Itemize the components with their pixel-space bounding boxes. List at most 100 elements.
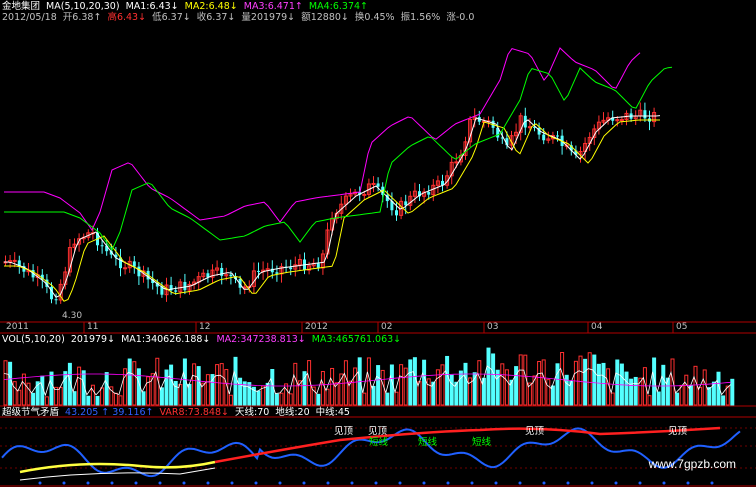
volume-bar xyxy=(721,395,726,406)
volume-bar xyxy=(445,355,450,406)
volume-bar xyxy=(228,394,233,406)
quote-volume: 量201979↓ xyxy=(241,12,296,23)
candlestick xyxy=(201,269,206,280)
volume-bar xyxy=(730,378,735,406)
volume-bar xyxy=(629,378,634,406)
candlestick xyxy=(119,248,122,277)
ma4-value: MA4:6.374↑ xyxy=(308,1,368,12)
candlestick xyxy=(22,262,26,278)
candlestick xyxy=(316,257,320,272)
x-tick-marks xyxy=(83,322,674,333)
indicator-dot xyxy=(638,481,642,485)
candlestick xyxy=(297,254,302,271)
volume-bar xyxy=(192,363,197,406)
indicator-dot xyxy=(302,481,306,485)
indicator-dot xyxy=(590,481,594,485)
watermark: www.7gpzb.com xyxy=(648,457,736,471)
indicator-header: 超级节气矛盾 43.205 ↑ 39.116↑ VAR8:73.848↓ 天线:… xyxy=(2,407,353,418)
candlestick xyxy=(12,252,17,268)
volume-bar xyxy=(178,384,183,406)
indicator-dot xyxy=(110,481,114,485)
indicator-dot xyxy=(374,481,378,485)
candlestick xyxy=(132,256,136,274)
volume-bar xyxy=(21,373,26,406)
volume-bar xyxy=(596,363,601,406)
quote-open: 开6.38↑ xyxy=(62,12,102,23)
volume-bar xyxy=(610,392,615,406)
indicator-dot xyxy=(614,481,618,485)
marker-top-4: 见顶 xyxy=(668,426,688,437)
volume-bar xyxy=(449,374,454,406)
indicator-dot xyxy=(206,481,210,485)
indicator-yellow-line xyxy=(19,460,216,474)
candlestick xyxy=(215,260,220,276)
marker-top-1: 见顶 xyxy=(334,426,354,437)
candlestick xyxy=(652,107,657,127)
volume-bar xyxy=(592,354,597,406)
indicator-dot xyxy=(278,481,282,485)
ma1-value: MA1:6.43↓ xyxy=(125,1,179,12)
volume-bar xyxy=(316,393,321,406)
volume-bar xyxy=(702,369,707,406)
volume-bar xyxy=(371,385,376,406)
indicator-dot xyxy=(494,481,498,485)
volume-bar xyxy=(288,393,293,406)
candlestick xyxy=(196,271,201,290)
volume-bar xyxy=(518,354,523,406)
volume-bar xyxy=(684,374,689,406)
x-label-11: 11 xyxy=(87,322,99,332)
volume-bar xyxy=(17,389,22,406)
volume-bar xyxy=(537,361,542,406)
volume-bar xyxy=(426,378,431,406)
volume-bar xyxy=(44,396,49,406)
volume-bar xyxy=(633,376,638,406)
price-panel xyxy=(3,47,673,305)
ma3-value: MA3:6.471↑ xyxy=(243,1,303,12)
x-label-05: 05 xyxy=(676,322,688,332)
volume-bar xyxy=(440,364,445,406)
x-label-02: 02 xyxy=(381,322,393,332)
candlestick xyxy=(187,281,192,295)
volume-bar xyxy=(693,365,698,406)
volume-bar xyxy=(362,392,367,406)
candlestick xyxy=(206,269,210,283)
volume-bar xyxy=(394,391,399,406)
volume-bar xyxy=(72,391,77,406)
quote-low: 低6.37↓ xyxy=(152,12,191,23)
volume-bar xyxy=(408,359,413,406)
volume-bar xyxy=(219,363,224,406)
volume-bar xyxy=(514,366,519,406)
volume-bar xyxy=(256,390,261,406)
vol-value: 201979↓ xyxy=(70,334,116,345)
volume-bar xyxy=(233,356,238,406)
volume-bar xyxy=(486,347,491,406)
volume-bar xyxy=(325,388,330,406)
candlestick xyxy=(371,176,376,193)
candlestick xyxy=(583,137,588,160)
low-price-marker: 4.30 xyxy=(62,311,83,321)
indicator-dot xyxy=(134,481,138,485)
candlestick xyxy=(449,157,454,185)
x-label-04: 04 xyxy=(591,322,603,332)
indicator-dot xyxy=(254,481,258,485)
volume-bar xyxy=(560,352,565,406)
indicator-sky: 天线:70 xyxy=(235,407,270,418)
volume-bar xyxy=(550,385,555,406)
indicator-dot xyxy=(710,481,714,485)
stock-name: 金地集团 xyxy=(2,1,41,12)
indicator-dot xyxy=(62,481,66,485)
volume-bar xyxy=(615,359,620,406)
volume-bar xyxy=(86,395,91,406)
volume-bar xyxy=(100,387,105,406)
volume-bar xyxy=(320,371,325,406)
candlestick xyxy=(435,175,440,194)
candlestick xyxy=(183,273,187,295)
volume-bar xyxy=(8,361,13,406)
volume-bar xyxy=(49,371,54,406)
candlestick xyxy=(418,183,421,201)
candlestick xyxy=(210,264,215,283)
indicator-dot xyxy=(542,481,546,485)
ma-header: 金地集团 MA(5,10,20,30) MA1:6.43↓ MA2:6.48↓ … xyxy=(2,1,371,12)
volume-bar xyxy=(279,392,284,406)
indicator-mid: 中线:45 xyxy=(315,407,350,418)
